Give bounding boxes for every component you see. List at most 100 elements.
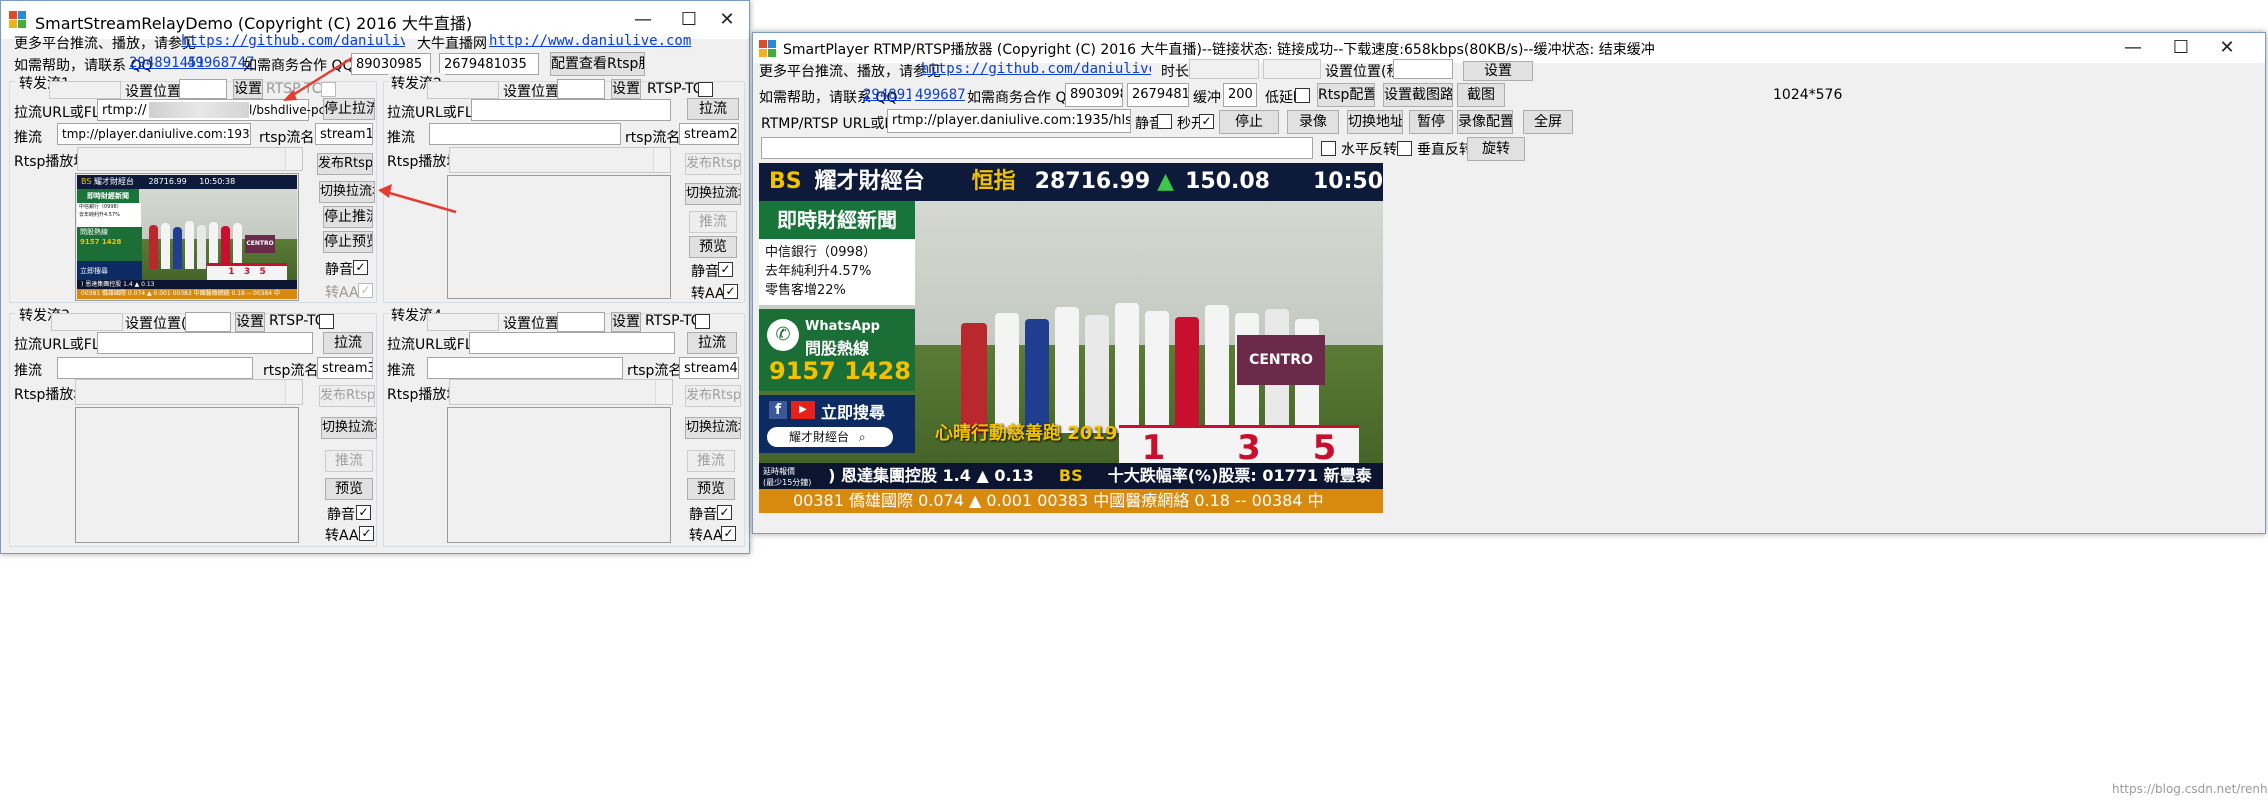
pull-button[interactable]: 拉流 <box>687 332 737 354</box>
switch-pull-url-button[interactable]: 切换拉流地址 <box>321 417 377 439</box>
rtsp-name-input[interactable]: stream3 <box>317 357 373 379</box>
push-button[interactable]: 推流 <box>325 450 373 472</box>
player-video: BS 耀才財經台 恒指 28716.99 ▲ 150.08 10:50:38 即… <box>759 163 1383 513</box>
instant-open-checkbox[interactable]: ✓ <box>1199 114 1214 129</box>
position-input[interactable] <box>185 312 231 332</box>
biz-qq1-field[interactable]: 89030985 <box>1065 83 1123 107</box>
record-config-button[interactable]: 录像配置 <box>1457 110 1513 134</box>
close-icon[interactable]: ✕ <box>2203 33 2251 63</box>
preview-button[interactable]: 预览 <box>325 478 373 500</box>
search-channel-pill: 耀才財經台 ⌕ <box>767 427 893 447</box>
setpos-label: 设置位置( <box>125 316 187 332</box>
pull-button[interactable]: 拉流 <box>323 332 373 354</box>
aac-checkbox[interactable]: ✓ <box>359 526 374 541</box>
news-line-3: 零售客增22% <box>765 283 846 298</box>
rtsp-addr-field[interactable] <box>449 379 673 405</box>
seek-set-button[interactable]: 设置 <box>1463 61 1533 81</box>
set-position-button[interactable]: 设置 <box>235 312 265 332</box>
more-platforms-label: 更多平台推流、播放，请参见 <box>759 64 941 80</box>
position-display <box>427 313 499 331</box>
push-button[interactable]: 推流 <box>687 450 735 472</box>
player-titlebar[interactable]: SmartPlayer RTMP/RTSP播放器 (Copyright (C) … <box>753 33 2265 63</box>
push-label: 推流 <box>14 363 42 379</box>
podium-5: 5 <box>1312 428 1337 468</box>
rtsp-tcp-checkbox[interactable] <box>319 314 334 329</box>
preview-button[interactable]: 预览 <box>687 478 735 500</box>
vflip-label: 垂直反转 <box>1417 142 1473 158</box>
watermark: https://blog.csdn.net/renhui1112 <box>2112 782 2268 796</box>
low-latency-checkbox[interactable] <box>1295 88 1310 103</box>
fullscreen-button[interactable]: 全屏 <box>1523 110 1573 134</box>
facebook-icon: f <box>769 401 787 419</box>
pull-url-input[interactable] <box>97 332 313 354</box>
rotate-button[interactable]: 旋转 <box>1467 137 1525 161</box>
rtsp-addr-field[interactable] <box>75 379 303 405</box>
publish-rtsp-button[interactable]: 发布Rtsp流 <box>685 385 741 407</box>
switch-pull-url-button[interactable]: 切换拉流地址 <box>685 417 741 439</box>
channel-name: 耀才財經台 <box>814 169 925 194</box>
ticker-top-text-2: 十大跌幅率(%)股票: 01771 新豐泰 <box>1107 466 1372 485</box>
record-button[interactable]: 录像 <box>1287 110 1339 134</box>
rtsp-name-label: rtsp流名 <box>627 363 683 379</box>
search-label: 立即搜尋 <box>821 403 886 422</box>
index-change: 150.08 <box>1185 169 1270 194</box>
switch-url-button[interactable]: 切换地址 <box>1347 110 1403 134</box>
rtsp-tcp-checkbox[interactable] <box>695 314 710 329</box>
duration-field <box>1189 59 1259 79</box>
arrow-head-switch <box>378 184 392 198</box>
qq2-link[interactable]: 499687479 <box>915 87 965 103</box>
player-window: SmartPlayer RTMP/RTSP播放器 (Copyright (C) … <box>752 32 2266 534</box>
news-title: 即時財經新聞 <box>759 201 915 239</box>
podium-1: 1 <box>1141 428 1166 468</box>
buffer-input[interactable]: 200 <box>1223 83 1257 107</box>
setpos-label: 设置位置( <box>503 316 565 332</box>
resolution-label: 1024*576 <box>1773 87 1843 103</box>
vflip-checkbox[interactable] <box>1397 141 1412 156</box>
ticker-top-text: ) 恩達集團控股 1.4 ▲ 0.13 <box>828 466 1034 485</box>
whatsapp-number: 9157 1428 <box>769 357 911 385</box>
hflip-checkbox[interactable] <box>1321 141 1336 156</box>
push-url-input[interactable] <box>57 357 253 379</box>
position-field <box>1263 59 1321 79</box>
position-display <box>51 313 123 331</box>
news-line-2: 去年純利升4.57% <box>765 264 872 279</box>
arrow-to-url <box>287 56 353 100</box>
index-value: 28716.99 <box>1034 169 1151 194</box>
buffer-label: 缓冲 <box>1193 90 1221 106</box>
rtsp-name-input[interactable]: stream4 <box>679 357 739 379</box>
pause-button[interactable]: 暂停 <box>1409 110 1453 134</box>
aac-checkbox[interactable]: ✓ <box>721 526 736 541</box>
mute-checkbox[interactable]: ✓ <box>717 505 732 520</box>
mute-checkbox[interactable]: ✓ <box>356 505 371 520</box>
publish-rtsp-button[interactable]: 发布Rtsp流 <box>319 385 375 407</box>
push-label: 推流 <box>387 363 415 379</box>
mute-label: 静音 <box>327 507 355 523</box>
news-line-1: 中信銀行（0998） <box>765 245 877 260</box>
hflip-label: 水平反转 <box>1341 142 1397 158</box>
ticker-prefix-line: 延時報價 <box>763 466 795 476</box>
biz-qq2-field[interactable]: 2679481035 <box>1127 83 1189 107</box>
url-input[interactable]: rtmp://player.daniulive.com:1935/hls/str… <box>887 109 1131 133</box>
status-field[interactable] <box>761 137 1313 159</box>
pull-url-input[interactable] <box>469 332 675 354</box>
whatsapp-box: ✆ WhatsApp 問股熱線 9157 1428 <box>759 309 915 391</box>
qq1-link[interactable]: 294891451 <box>863 87 911 103</box>
mute-checkbox[interactable] <box>1157 114 1172 129</box>
event-caption: 心晴行動慈善跑 2019 <box>935 423 1118 444</box>
up-arrow-icon: ▲ <box>1157 169 1175 194</box>
ticker-logo: BS <box>1058 466 1083 485</box>
news-box: 中信銀行（0998） 去年純利升4.57% 零售客增22% <box>759 239 915 305</box>
whatsapp-label: WhatsApp <box>805 319 880 334</box>
rtsp-config-button[interactable]: Rtsp配置 <box>1317 83 1375 107</box>
push-url-input[interactable] <box>427 357 623 379</box>
maximize-icon[interactable]: ☐ <box>2157 33 2205 63</box>
snapshot-button[interactable]: 截图 <box>1457 83 1505 107</box>
ticker-prefix-sub: (最少15分鐘) <box>763 477 812 487</box>
snapshot-path-button[interactable]: 设置截图路径 <box>1383 83 1453 107</box>
github-link[interactable]: https://github.com/daniulive/SmarterStre… <box>921 61 1151 77</box>
stop-button[interactable]: 停止 <box>1219 110 1279 134</box>
set-position-button[interactable]: 设置 <box>611 312 641 332</box>
position-input[interactable] <box>557 312 605 332</box>
minimize-icon[interactable]: — <box>2109 33 2157 63</box>
seek-input[interactable] <box>1393 59 1453 79</box>
